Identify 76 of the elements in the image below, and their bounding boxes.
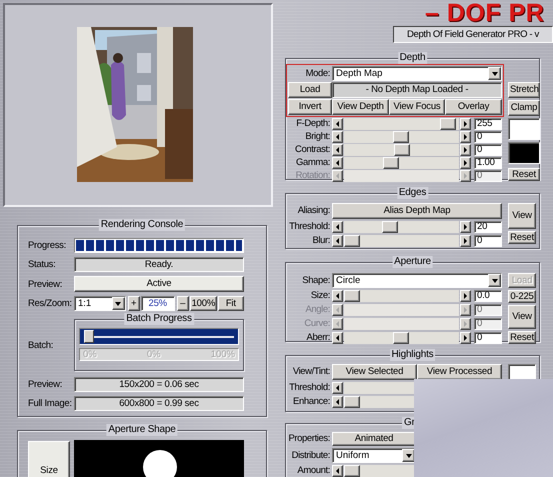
properties-button[interactable]: Animated	[332, 432, 416, 446]
zoom-out-button[interactable]: –	[176, 296, 189, 311]
value-field[interactable]: 0	[474, 131, 502, 143]
reset-button[interactable]: Reset	[508, 331, 536, 344]
field-label: Curve:	[303, 318, 331, 330]
view-tint-button[interactable]: View Processed	[417, 364, 502, 380]
field-label: Res/Zoom:	[28, 298, 73, 309]
load-button[interactable]: Load	[288, 82, 332, 98]
field-label: Angle:	[304, 304, 331, 316]
timing-field: 150x200 = 0.06 sec	[74, 377, 244, 392]
group-title: Aperture Shape	[106, 424, 178, 436]
field-label: Bright:	[304, 131, 331, 143]
app-logo: – DOF PR	[425, 0, 544, 26]
field-label: Rotation:	[294, 170, 331, 182]
distribute-dropdown[interactable]: Uniform	[332, 448, 416, 463]
field-label: Amount:	[296, 465, 331, 477]
field-label: Distribute:	[290, 450, 331, 462]
field-label: Size:	[310, 290, 331, 302]
field-label: Mode:	[304, 68, 331, 80]
zoom-in-button[interactable]: +	[128, 296, 140, 311]
field-label: Aberr:	[306, 332, 331, 344]
field-label: Shape:	[301, 274, 331, 286]
view-button[interactable]: View	[508, 305, 536, 329]
field-label: Batch:	[28, 340, 54, 350]
view-mode-button[interactable]: Invert	[288, 99, 332, 115]
field-label: Threshold:	[288, 382, 331, 394]
field-label: Progress:	[28, 240, 67, 251]
field-label: Enhance:	[292, 396, 331, 408]
reset-button[interactable]: Reset	[508, 231, 536, 244]
field-label: Status:	[28, 259, 56, 270]
group-title: Edges	[396, 187, 428, 199]
resolution-dropdown[interactable]: 1:1	[74, 296, 126, 311]
fit-button[interactable]: Fit	[218, 296, 244, 311]
group-title: Highlights	[390, 349, 436, 361]
value-field[interactable]: 0	[474, 235, 502, 247]
field-label: F-Depth:	[295, 118, 331, 130]
view-mode-button[interactable]: View Depth	[332, 99, 389, 115]
value-field[interactable]: 0	[474, 332, 502, 344]
field-label: Full Image:	[28, 398, 73, 409]
app-subtitle: Depth Of Field Generator PRO - v	[393, 26, 553, 43]
view-mode-button[interactable]: View Focus	[389, 99, 445, 115]
timing-field: 600x800 = 0.99 sec	[74, 396, 244, 411]
depth-map-status: - No Depth Map Loaded -	[332, 82, 502, 98]
field-label: Gamma:	[294, 157, 331, 169]
field-label: Contrast:	[294, 144, 331, 156]
alias-depth-map-button[interactable]: Alias Depth Map	[332, 203, 502, 219]
field-label: Preview:	[28, 379, 64, 390]
clamp-button[interactable]: Clamp	[508, 100, 540, 116]
field-label: Threshold:	[288, 221, 331, 233]
value-field[interactable]: 1.00	[474, 157, 502, 169]
field-label: Aliasing:	[296, 205, 331, 217]
reset-button[interactable]: Reset	[508, 168, 540, 181]
value-field[interactable]: 20	[474, 221, 502, 233]
view-button[interactable]: View	[508, 203, 536, 229]
mode-dropdown[interactable]: Depth Map	[332, 66, 502, 81]
value-field[interactable]: 0	[474, 144, 502, 156]
stretch-button[interactable]: Stretch	[508, 82, 540, 98]
group-title: Batch Progress	[124, 313, 194, 325]
field-label: Blur:	[311, 235, 331, 247]
status-field: Ready.	[74, 257, 244, 272]
group-title: Rendering Console	[98, 219, 186, 231]
zoom-field[interactable]: 25%	[140, 296, 175, 311]
size-button[interactable]: Size	[28, 441, 70, 477]
actual-size-button[interactable]: 100%	[190, 296, 217, 311]
field-label: Preview:	[28, 278, 64, 290]
field-label: Properties:	[288, 433, 331, 445]
view-tint-button[interactable]: View Selected	[332, 364, 417, 380]
group-title: Aperture	[392, 256, 433, 268]
view-mode-button[interactable]: Overlay	[445, 99, 502, 115]
value-field[interactable]: 0.0	[474, 290, 502, 302]
value-field[interactable]: 255	[474, 118, 502, 130]
range-button[interactable]: 0-225	[508, 290, 536, 303]
group-title: Depth	[398, 52, 428, 64]
preview-toggle[interactable]: Active	[74, 276, 244, 292]
shape-dropdown[interactable]: Circle	[332, 273, 502, 288]
field-label: View/Tint:	[292, 366, 331, 378]
